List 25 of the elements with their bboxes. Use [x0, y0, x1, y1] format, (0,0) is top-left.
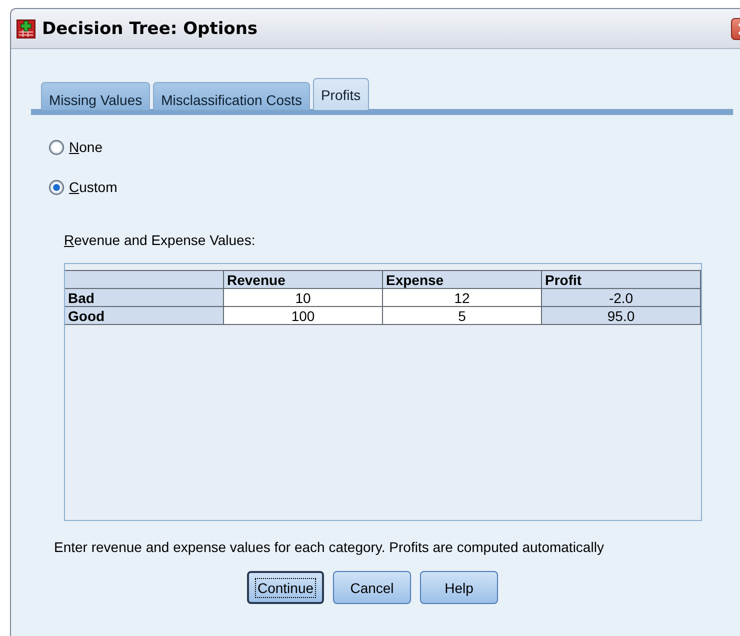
- table-cell: 95.0: [542, 306, 700, 324]
- table-cell[interactable]: 5: [382, 306, 542, 324]
- hint-text: Enter revenue and expense values for each category. Profits are computed automatically: [54, 539, 604, 555]
- dialog-button[interactable]: Continue: [247, 571, 324, 604]
- table-label: Revenue and Expense Values:: [64, 232, 256, 248]
- radio-option[interactable]: Custom: [49, 179, 118, 195]
- tab[interactable]: Misclassification Costs: [153, 82, 310, 110]
- radio-button[interactable]: [49, 180, 64, 194]
- dialog-button[interactable]: Cancel: [333, 571, 411, 604]
- table-cell[interactable]: 10: [224, 288, 382, 306]
- app-icon: [16, 18, 36, 38]
- table-cell: -2.0: [542, 288, 700, 306]
- dialog-button[interactable]: Help: [420, 571, 498, 604]
- table-cell[interactable]: 100: [224, 306, 382, 324]
- column-header: Expense: [382, 270, 542, 288]
- tab[interactable]: Missing Values: [41, 82, 150, 110]
- table-cell[interactable]: 12: [382, 288, 542, 306]
- tab[interactable]: Profits: [312, 78, 369, 110]
- row-header: Bad: [65, 288, 224, 306]
- radio-button[interactable]: [49, 140, 64, 154]
- row-header: Good: [65, 306, 224, 324]
- radio-option[interactable]: None: [49, 139, 102, 155]
- column-header: Profit: [542, 270, 700, 288]
- column-header: Revenue: [224, 270, 382, 288]
- window-title: Decision Tree: Options: [42, 18, 259, 38]
